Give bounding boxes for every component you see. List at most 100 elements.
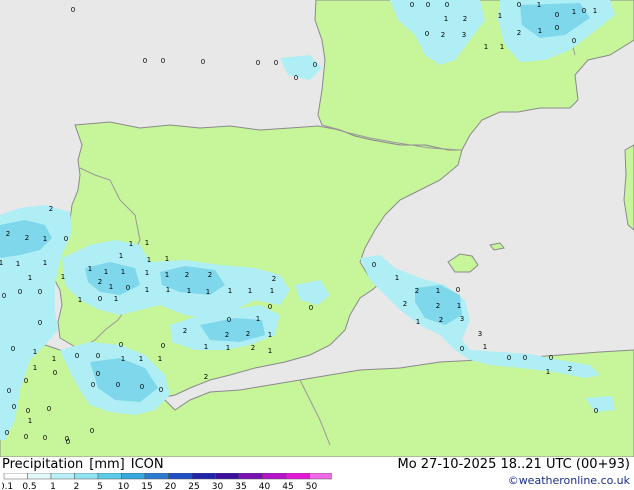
precip-value-label: 0 — [294, 74, 298, 82]
precip-value-label: 0 — [445, 1, 449, 9]
precip-value-label: 0 — [5, 429, 9, 437]
precip-value-label: 2 — [25, 234, 29, 242]
precip-value-label: 0 — [582, 7, 586, 15]
precip-value-label: 0 — [274, 59, 278, 67]
precip-value-label: 0 — [309, 304, 313, 312]
precip-value-label: 1 — [158, 355, 162, 363]
precip-value-label: 0 — [140, 383, 144, 391]
legend-color-box — [191, 473, 216, 480]
legend-tick-label: 0.1 — [2, 482, 13, 490]
precip-value-label: 1 — [537, 1, 541, 9]
precip-value-label: 2 — [517, 29, 521, 37]
precip-value-label: 0 — [71, 6, 75, 14]
precip-value-label: 0 — [116, 381, 120, 389]
legend-tick-label: 5 — [97, 482, 103, 490]
precip-value-label: 2 — [185, 271, 189, 279]
precip-value-label: 1 — [226, 344, 230, 352]
precip-value-label: 0 — [143, 57, 147, 65]
map-title: Precipitation [mm] ICON — [2, 457, 170, 472]
legend-color-box — [168, 473, 193, 480]
precip-value-label: 0 — [98, 295, 102, 303]
color-legend: 0.10.5125101520253035404550 — [2, 473, 332, 490]
precip-value-label: 0 — [523, 354, 527, 362]
precip-value-label: 2 — [403, 300, 407, 308]
precip-value-label: 0 — [201, 58, 205, 66]
legend-tick-label: 0.5 — [22, 482, 36, 490]
precip-value-label: 0 — [426, 1, 430, 9]
precip-value-label: 0 — [555, 11, 559, 19]
precip-value-label: 1 — [28, 417, 32, 425]
precip-value-label: 0 — [372, 261, 376, 269]
precip-value-label: 1 — [248, 287, 252, 295]
precip-value-label: 0 — [507, 354, 511, 362]
precip-value-label: 2 — [441, 31, 445, 39]
precip-value-label: 1 — [457, 302, 461, 310]
legend-tick-label: 15 — [141, 482, 152, 490]
legend-tick-label: 10 — [118, 482, 130, 490]
precip-value-label: 0 — [425, 30, 429, 38]
legend-tick-label: 50 — [306, 482, 318, 490]
precip-value-label: 0 — [159, 386, 163, 394]
precip-value-label: 2 — [6, 230, 10, 238]
precip-value-label: 0 — [47, 405, 51, 413]
legend-color-box — [97, 473, 122, 480]
precip-value-label: 1 — [546, 368, 550, 376]
precip-value-label: 2 — [415, 287, 419, 295]
precip-value-label: 2 — [204, 373, 208, 381]
precip-value-label: 1 — [88, 265, 92, 273]
precip-value-label: 1 — [593, 7, 597, 15]
legend-color-box — [74, 473, 99, 480]
precip-value-label: 0 — [53, 369, 57, 377]
title-model: ICON — [130, 457, 164, 472]
precip-value-label: 2 — [98, 278, 102, 286]
precip-value-label: 2 — [183, 327, 187, 335]
precip-value-label: 1 — [268, 331, 272, 339]
precip-value-label: 0 — [456, 286, 460, 294]
legend-color-box — [262, 473, 287, 480]
precip-value-label: 1 — [416, 318, 420, 326]
precip-value-label: 1 — [52, 355, 56, 363]
precip-value-label: 1 — [61, 273, 65, 281]
precip-value-label: 0 — [517, 1, 521, 9]
precip-value-label: 1 — [0, 259, 3, 267]
precip-value-label: 1 — [129, 240, 133, 248]
legend-color-box — [215, 473, 240, 480]
legend-color-box — [50, 473, 75, 480]
precip-value-label: 0 — [38, 319, 42, 327]
precip-value-label: 1 — [436, 287, 440, 295]
precip-value-label: 1 — [33, 364, 37, 372]
precip-value-label: 1 — [483, 343, 487, 351]
precip-value-label: 0 — [460, 345, 464, 353]
precip-value-label: 0 — [96, 352, 100, 360]
precip-value-label: 1 — [572, 8, 576, 16]
legend-tick-label: 40 — [259, 482, 271, 490]
precip-value-label: 3 — [460, 315, 464, 323]
precip-value-label: 2 — [246, 330, 250, 338]
precip-value-label: 2 — [49, 205, 53, 213]
precip-value-label: 1 — [165, 271, 169, 279]
precip-value-label: 1 — [28, 274, 32, 282]
precip-value-label: 1 — [204, 343, 208, 351]
precip-value-label: 1 — [538, 27, 542, 35]
precip-value-label: 0 — [66, 438, 70, 446]
precip-value-label: 1 — [484, 43, 488, 51]
precip-value-label: 1 — [139, 355, 143, 363]
precip-value-label: 0 — [256, 59, 260, 67]
precip-value-label: 0 — [90, 427, 94, 435]
precip-value-label: 1 — [114, 295, 118, 303]
precip-value-label: 1 — [145, 286, 149, 294]
legend-tick-label: 45 — [282, 482, 293, 490]
forecast-datetime: Mo 27-10-2025 18..21 UTC (00+93) — [397, 457, 631, 472]
precip-value-label: 2 — [208, 271, 212, 279]
legend-tick-label: 35 — [235, 482, 246, 490]
precip-value-label: 0 — [410, 1, 414, 9]
credit-link[interactable]: ©weatheronline.co.uk — [508, 474, 630, 487]
legend-color-boxes — [3, 473, 332, 480]
legend-color-box — [309, 473, 332, 480]
legend-color-box — [238, 473, 263, 480]
precip-value-label: 0 — [96, 370, 100, 378]
precip-value-label: 1 — [104, 268, 108, 276]
precipitation-map: 00 0 0 0 10 11 2 1 0 10 2 31 12 1 000 0 0 0 0 0022 2 1 01 1 110 0… — [0, 0, 634, 457]
precip-value-label: 0 — [11, 345, 15, 353]
legend-tick-labels: 0.10.5125101520253035404550 — [2, 482, 317, 490]
